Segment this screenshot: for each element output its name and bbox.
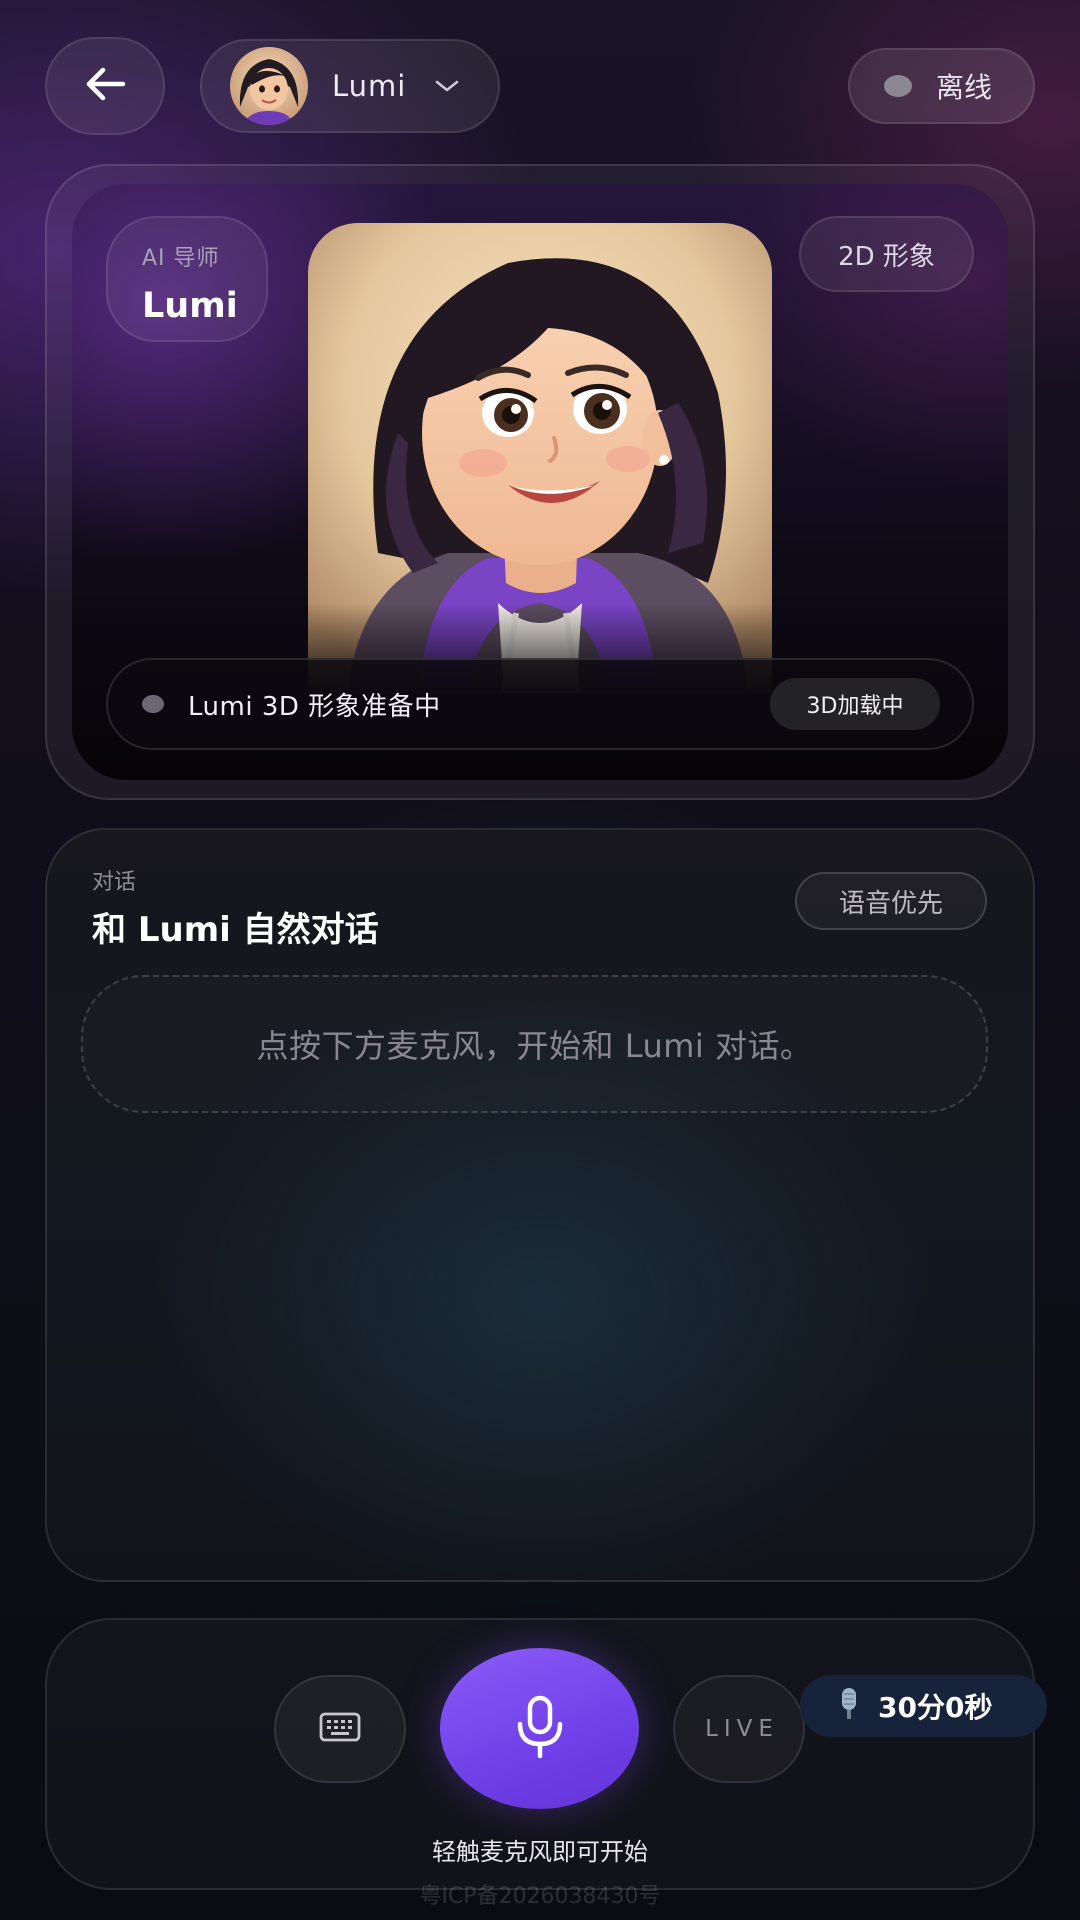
connection-status: 离线 xyxy=(848,48,1035,124)
back-arrow-icon xyxy=(83,66,127,106)
loading-badge: 3D加载中 xyxy=(770,678,940,730)
avatar-loading-status: Lumi 3D 形象准备中 3D加载中 xyxy=(106,658,974,750)
agent-avatar xyxy=(230,47,308,125)
timer-text: 30分0秒 xyxy=(878,1691,993,1724)
agent-name: Lumi xyxy=(332,69,407,103)
loading-text: Lumi 3D 形象准备中 xyxy=(188,691,441,722)
loading-dot xyxy=(142,695,164,713)
conversation-title: 和 Lumi 自然对话 xyxy=(92,910,379,950)
voice-first-badge: 语音优先 xyxy=(795,872,987,930)
microphone-hint: 轻触麦克风即可开始 xyxy=(432,1838,648,1866)
keyboard-input-button[interactable] xyxy=(274,1675,406,1783)
keyboard-icon xyxy=(319,1712,361,1746)
tutor-badge: AI 导师 Lumi xyxy=(106,216,268,342)
empty-conversation-hint: 点按下方麦克风，开始和 Lumi 对话。 xyxy=(81,975,988,1113)
avatar-mode-toggle[interactable]: 2D 形象 xyxy=(799,216,974,292)
microphone-emoji-icon xyxy=(836,1686,862,1726)
icp-license: 粤ICP备2026038430号 xyxy=(419,1884,661,1909)
microphone-button[interactable] xyxy=(440,1648,639,1809)
avatar-portrait xyxy=(308,223,772,693)
chevron-down-icon xyxy=(434,78,460,94)
status-label: 离线 xyxy=(936,71,993,104)
agent-switcher[interactable]: Lumi xyxy=(200,39,500,133)
session-timer: 30分0秒 xyxy=(800,1675,1047,1737)
conversation-kicker: 对话 xyxy=(92,870,137,895)
tutor-name: Lumi xyxy=(142,286,238,326)
back-button[interactable] xyxy=(45,37,165,135)
tutor-kicker: AI 导师 xyxy=(142,246,220,271)
status-dot xyxy=(884,75,912,97)
live-mode-button[interactable]: LIVE xyxy=(673,1675,805,1783)
microphone-icon xyxy=(512,1694,568,1764)
